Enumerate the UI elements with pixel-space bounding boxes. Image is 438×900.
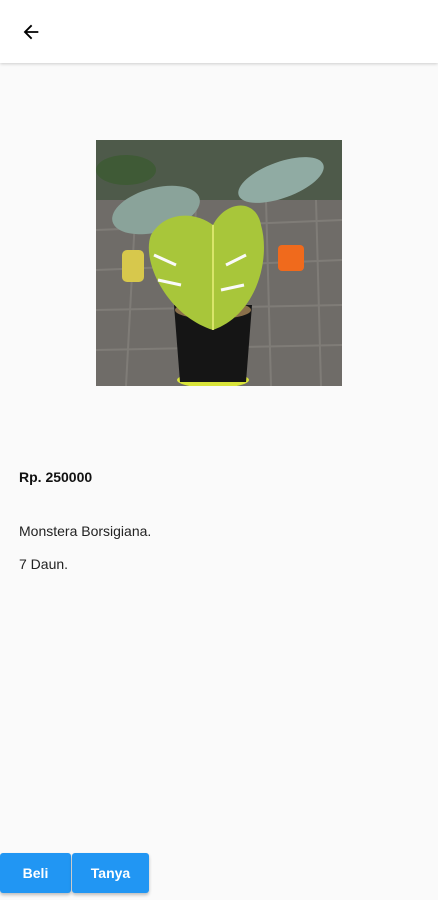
description-line: Monstera Borsigiana. [19, 522, 152, 539]
arrow-left-icon [23, 24, 39, 40]
product-price: Rp. 250000 [19, 469, 93, 485]
product-image [96, 140, 342, 386]
ask-button[interactable]: Tanya [72, 853, 149, 893]
app-bar [0, 0, 438, 63]
product-description: Monstera Borsigiana. 7 Daun. [19, 506, 151, 589]
back-button[interactable] [14, 16, 48, 48]
description-line: 7 Daun. [19, 555, 69, 572]
buy-button[interactable]: Beli [0, 853, 71, 893]
